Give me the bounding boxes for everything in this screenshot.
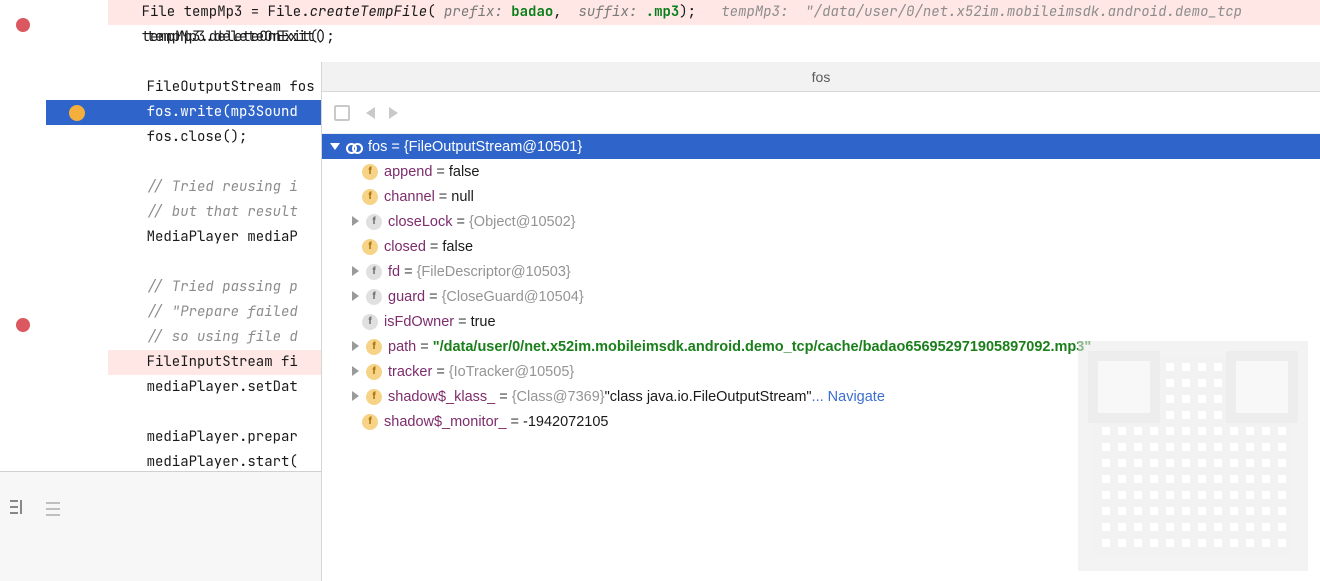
popup-toolbar	[322, 92, 1320, 134]
code-line[interactable]: FileOutputStream fos = new FileOutputStr…	[108, 75, 321, 100]
nav-forward-icon[interactable]	[389, 107, 398, 119]
field-icon: f	[362, 164, 378, 180]
code-line[interactable]: fos.close();	[108, 125, 321, 150]
code-line[interactable]: mediaPlayer.setDat	[108, 375, 321, 400]
field-icon: f	[366, 339, 382, 355]
tree-field-append[interactable]: fappend=false	[322, 159, 1320, 184]
expand-icon[interactable]	[348, 290, 362, 304]
field-icon: f	[362, 189, 378, 205]
tree-field-shadow-klass-[interactable]: fshadow$_klass_={Class@7369} "class java…	[322, 384, 1320, 409]
field-icon: f	[362, 314, 378, 330]
code-line[interactable]: // Tried reusing i	[108, 175, 321, 200]
nav-back-icon[interactable]	[366, 107, 375, 119]
variables-tree[interactable]: fos={FileOutputStream@10501} fappend=fal…	[322, 134, 1320, 581]
expand-icon[interactable]	[348, 340, 362, 354]
expand-icon[interactable]	[348, 265, 362, 279]
code-line[interactable]	[108, 400, 321, 425]
code-line[interactable]: tempMp3.deleteOnExit();	[108, 25, 321, 50]
code-line[interactable]: // "Prepare failed	[108, 300, 321, 325]
bottom-toolbar	[0, 471, 321, 581]
code-line[interactable]: // but that result	[108, 200, 321, 225]
tree-field-shadow-monitor-[interactable]: fshadow$_monitor_=-1942072105	[322, 409, 1320, 434]
code-line[interactable]	[108, 250, 321, 275]
tree-field-isfdowner[interactable]: fisFdOwner=true	[322, 309, 1320, 334]
breakpoint-icon[interactable]	[16, 18, 30, 32]
structure-view-icon[interactable]	[10, 500, 28, 518]
tree-field-fd[interactable]: ffd={FileDescriptor@10503}	[322, 259, 1320, 284]
lightbulb-icon[interactable]	[69, 105, 85, 121]
field-icon: f	[362, 414, 378, 430]
expand-icon[interactable]	[348, 215, 362, 229]
tree-field-closelock[interactable]: fcloseLock={Object@10502}	[322, 209, 1320, 234]
code-line[interactable]: MediaPlayer mediaP	[108, 225, 321, 250]
tree-field-guard[interactable]: fguard={CloseGuard@10504}	[322, 284, 1320, 309]
code-line[interactable]: // Tried passing p	[108, 275, 321, 300]
field-icon: f	[366, 214, 382, 230]
field-icon: f	[366, 264, 382, 280]
tree-root[interactable]: fos={FileOutputStream@10501}	[322, 134, 1320, 159]
object-link-icon	[346, 139, 362, 155]
code-line[interactable]: // so using file d	[108, 325, 321, 350]
breakpoint-icon[interactable]	[16, 318, 30, 332]
field-icon: f	[366, 364, 382, 380]
tree-field-path[interactable]: fpath="/data/user/0/net.x52im.mobileimsd…	[322, 334, 1320, 359]
field-icon: f	[366, 389, 382, 405]
tree-field-channel[interactable]: fchannel=null	[322, 184, 1320, 209]
popup-title: fos	[322, 62, 1320, 92]
new-watch-icon[interactable]	[332, 103, 352, 123]
field-icon: f	[366, 289, 382, 305]
expand-icon[interactable]	[348, 390, 362, 404]
debugger-popup: fos fos={FileOutputStream@10501} fappend…	[321, 62, 1320, 581]
code-line[interactable]: File tempMp3 = File.createTempFile( pref…	[108, 0, 321, 25]
todo-view-icon[interactable]	[46, 500, 64, 518]
tree-field-tracker[interactable]: ftracker={IoTracker@10505}	[322, 359, 1320, 384]
code-line[interactable]: fos.write(mp3Sound	[108, 100, 321, 125]
field-icon: f	[362, 239, 378, 255]
navigate-link[interactable]: ... Navigate	[812, 389, 885, 405]
code-line[interactable]: FileInputStream fi	[108, 350, 321, 375]
expand-icon[interactable]	[328, 140, 342, 154]
expand-icon[interactable]	[348, 365, 362, 379]
tree-field-closed[interactable]: fclosed=false	[322, 234, 1320, 259]
code-line[interactable]: mediaPlayer.prepar	[108, 425, 321, 450]
code-line[interactable]	[108, 150, 321, 175]
code-line[interactable]	[108, 50, 321, 75]
